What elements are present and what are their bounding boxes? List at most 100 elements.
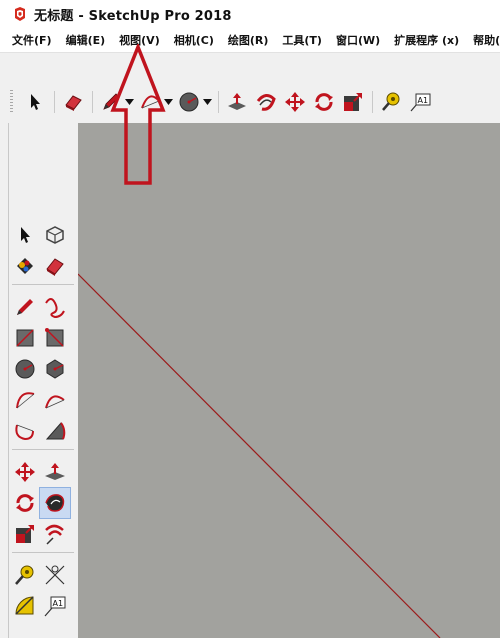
circle-icon <box>179 92 199 112</box>
red-axis-line <box>78 273 441 638</box>
left-toolbar-area: A1 <box>0 123 78 638</box>
menu-extensions[interactable]: 扩展程序 (x) <box>387 32 466 48</box>
freehand-icon <box>45 297 65 318</box>
menu-edit[interactable]: 编辑(E) <box>59 32 113 48</box>
pie-icon <box>45 421 66 439</box>
left-dimension-tool[interactable] <box>40 560 70 590</box>
toolbar-area: A1 <box>0 53 500 123</box>
dimension-icon <box>45 565 65 584</box>
left-separator <box>12 449 74 456</box>
left-separator <box>12 552 74 559</box>
toolbar-separator <box>92 91 93 113</box>
getting-started-toolbar: A1 <box>10 86 437 118</box>
push-pull-icon <box>228 93 246 110</box>
left-tools: A1 <box>10 219 76 621</box>
text-tool-label: A1 <box>418 96 429 105</box>
tape-measure-icon <box>15 565 34 585</box>
left-tape-measure-tool[interactable] <box>10 560 40 590</box>
left-toolbar-empty-space <box>10 123 76 211</box>
left-offset-tool[interactable] <box>40 519 70 549</box>
left-push-pull-tool[interactable] <box>40 457 70 487</box>
left-paint-bucket-tool[interactable] <box>10 251 40 281</box>
toolbar-grip[interactable] <box>10 90 13 114</box>
arc-2point-icon <box>45 394 65 408</box>
title-bar: 无标题 - SketchUp Pro 2018 <box>0 0 500 28</box>
left-make-component-tool[interactable] <box>40 220 70 250</box>
left-line-tool[interactable] <box>10 292 40 322</box>
circle-dropdown[interactable] <box>203 90 212 114</box>
rectangle-icon <box>16 328 34 347</box>
arc-icon <box>16 391 35 408</box>
menu-help[interactable]: 帮助( <box>466 32 500 48</box>
toolbar-separator <box>372 91 373 113</box>
move-icon <box>285 92 305 112</box>
follow-me-icon <box>256 94 276 111</box>
select-tool-button[interactable] <box>23 90 47 114</box>
menu-window[interactable]: 窗口(W) <box>329 32 387 48</box>
eraser-tool-button[interactable] <box>61 90 85 114</box>
follow-me-tool-button[interactable] <box>254 90 278 114</box>
text-tool-button[interactable]: A1 <box>408 90 432 114</box>
circle-tool-button[interactable] <box>177 90 201 114</box>
scale-icon <box>344 93 362 111</box>
component-icon <box>46 225 64 244</box>
scale-icon <box>16 524 34 543</box>
drawing-viewport[interactable] <box>78 123 500 638</box>
left-rotate-tool[interactable] <box>10 488 40 518</box>
text-label-icon: A1 <box>410 93 431 112</box>
pencil-icon <box>17 298 33 315</box>
left-move-tool[interactable] <box>10 457 40 487</box>
toolbar-separator <box>218 91 219 113</box>
rotate-icon <box>315 93 333 111</box>
left-divider <box>8 123 9 638</box>
left-3point-arc-tool[interactable] <box>10 416 40 446</box>
move-tool-button[interactable] <box>283 90 307 114</box>
tape-measure-icon <box>382 92 400 111</box>
circle-icon <box>15 359 35 378</box>
menu-tools[interactable]: 工具(T) <box>275 32 329 48</box>
menu-camera[interactable]: 相机(C) <box>167 32 221 48</box>
move-icon <box>15 461 35 482</box>
follow-me-icon <box>45 493 65 512</box>
left-polygon-tool[interactable] <box>40 354 70 384</box>
left-freehand-tool[interactable] <box>40 292 70 322</box>
push-pull-tool-button[interactable] <box>225 90 249 114</box>
left-eraser-tool[interactable] <box>40 251 70 281</box>
eraser-icon <box>46 257 64 276</box>
tape-measure-tool-button[interactable] <box>379 90 403 114</box>
left-scale-tool[interactable] <box>10 519 40 549</box>
left-rotated-rectangle-tool[interactable] <box>40 323 70 353</box>
paint-bucket-icon <box>17 257 33 274</box>
rotated-rectangle-icon <box>45 327 64 347</box>
chevron-down-icon <box>203 99 212 105</box>
text-label-icon: A1 <box>44 596 66 616</box>
left-2point-arc-tool[interactable] <box>40 385 70 415</box>
protractor-icon <box>15 595 34 615</box>
left-text-tool-label: A1 <box>53 599 64 608</box>
large-tool-set: A1 <box>10 123 76 638</box>
left-protractor-tool[interactable] <box>10 591 40 621</box>
left-pie-tool[interactable] <box>40 416 70 446</box>
left-select-tool[interactable] <box>10 220 40 250</box>
left-text-tool[interactable]: A1 <box>40 591 70 621</box>
sketchup-logo-icon <box>15 7 25 21</box>
annotation-arrow-icon <box>110 44 166 185</box>
left-rectangle-tool[interactable] <box>10 323 40 353</box>
push-pull-icon <box>45 462 65 480</box>
left-arc-tool[interactable] <box>10 385 40 415</box>
left-follow-me-tool[interactable] <box>39 486 71 519</box>
eraser-icon <box>65 95 82 111</box>
rotate-tool-button[interactable] <box>312 90 336 114</box>
toolbar-separator <box>54 91 55 113</box>
left-circle-tool[interactable] <box>10 354 40 384</box>
arc-3point-icon <box>15 424 34 440</box>
select-arrow-icon <box>21 226 30 243</box>
window-title: 无标题 - SketchUp Pro 2018 <box>34 8 232 24</box>
select-arrow-icon <box>31 94 40 110</box>
polygon-icon <box>46 358 64 379</box>
scale-tool-button[interactable] <box>341 90 365 114</box>
menu-draw[interactable]: 绘图(R) <box>221 32 276 48</box>
rotate-icon <box>16 493 34 512</box>
menu-file[interactable]: 文件(F) <box>0 32 59 48</box>
left-separator <box>12 284 74 291</box>
